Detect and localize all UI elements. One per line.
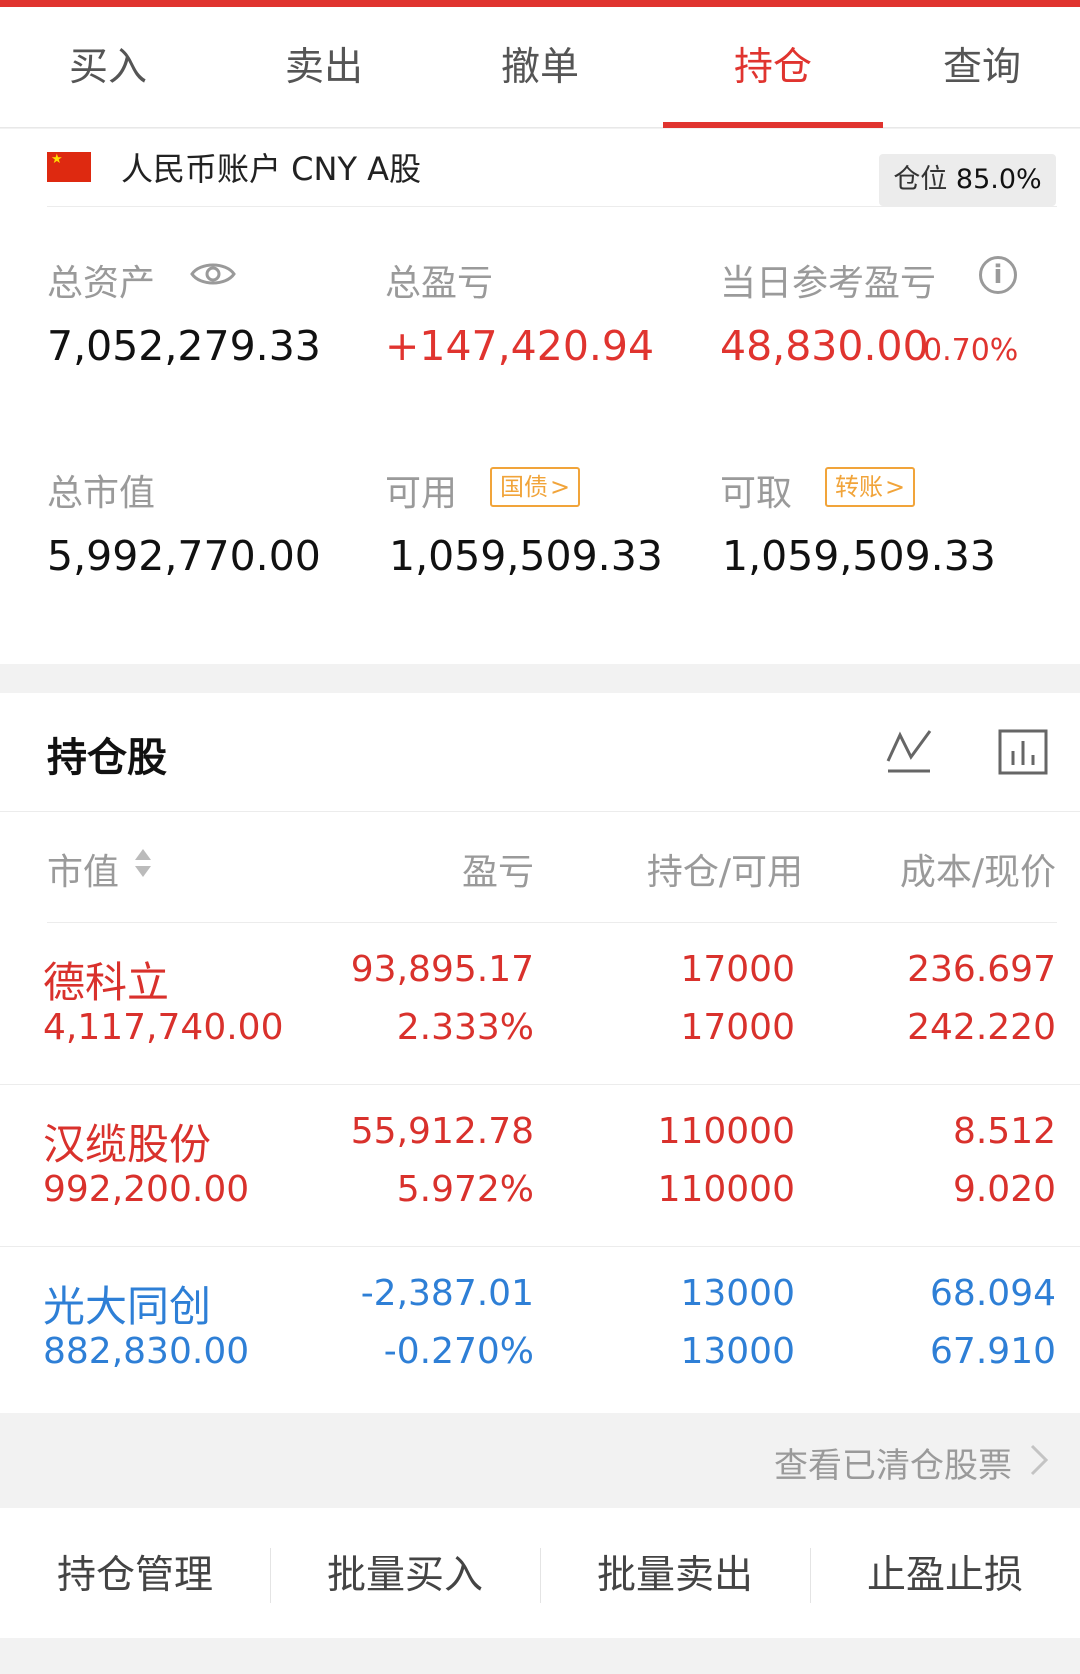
holdings-title: 持仓股 <box>47 735 167 781</box>
withdrawable-value: 1,059,509.33 <box>722 532 996 580</box>
position-value: 85.0% <box>955 164 1042 195</box>
stock-price: 67.910 <box>930 1331 1056 1372</box>
position-label: 仓位 <box>893 164 948 195</box>
chevron-right-icon <box>1030 1444 1049 1476</box>
tab-cancel-order[interactable]: 撤单 <box>432 7 648 128</box>
holdings-section: 持仓股 市值 盈亏 持仓/可用 成本/现价 德科立 4,117,740.00 9… <box>0 693 1080 1413</box>
account-name: 人民币账户 CNY A股 <box>121 150 422 188</box>
transfer-label: 转账 <box>835 473 883 501</box>
stock-cost: 8.512 <box>952 1111 1056 1152</box>
chevron-right-icon: > <box>885 473 906 501</box>
stock-holding: 13000 <box>680 1273 795 1314</box>
available-label: 可用 <box>385 473 458 514</box>
bar-chart-icon[interactable] <box>998 729 1048 775</box>
transfer-button[interactable]: 转账> <box>825 467 916 507</box>
chevron-right-icon: > <box>550 473 571 501</box>
day-pl-value: 48,830.00 <box>720 322 929 370</box>
trade-tab-bar: 买入 卖出 撤单 持仓 查询 <box>0 7 1080 128</box>
account-summary: ★ 人民币账户 CNY A股 仓位 85.0% 总资产 7,052,279.33… <box>0 129 1080 664</box>
cleared-stocks-link[interactable]: 查看已清仓股票 <box>0 1413 1080 1508</box>
holding-row[interactable]: 汉缆股份 992,200.00 55,912.78 5.972% 110000 … <box>0 1085 1080 1247</box>
stock-available: 13000 <box>680 1331 795 1372</box>
total-assets-label: 总资产 <box>47 263 156 304</box>
position-management-button[interactable]: 持仓管理 <box>0 1508 270 1638</box>
stock-name: 汉缆股份 <box>43 1120 212 1169</box>
col-holding-available: 持仓/可用 <box>646 852 803 893</box>
withdrawable-label: 可取 <box>720 473 793 514</box>
day-pl-label: 当日参考盈亏 <box>720 263 937 304</box>
available-value: 1,059,509.33 <box>389 532 663 580</box>
bottom-action-bar: 持仓管理 批量买入 批量卖出 止盈止损 <box>0 1508 1080 1638</box>
tab-sell[interactable]: 卖出 <box>216 7 432 128</box>
divider <box>0 811 1080 812</box>
sort-icon[interactable] <box>133 846 153 880</box>
market-value-value: 5,992,770.00 <box>47 532 321 580</box>
col-market-value[interactable]: 市值 <box>47 843 119 895</box>
stock-available: 17000 <box>680 1007 795 1048</box>
batch-sell-button[interactable]: 批量卖出 <box>540 1508 810 1638</box>
stock-market-value: 992,200.00 <box>43 1169 250 1210</box>
day-pl-percent: 0.70% <box>923 333 1019 368</box>
tab-buy[interactable]: 买入 <box>0 7 216 128</box>
stock-name: 光大同创 <box>43 1282 212 1331</box>
position-ratio-badge: 仓位 85.0% <box>879 154 1056 206</box>
tab-query[interactable]: 查询 <box>884 7 1080 128</box>
stock-profit-loss: 93,895.17 <box>350 949 534 990</box>
cleared-stocks-label: 查看已清仓股票 <box>774 1446 1012 1486</box>
col-profit-loss: 盈亏 <box>461 852 534 893</box>
stock-price: 242.220 <box>907 1007 1056 1048</box>
info-icon[interactable]: i <box>979 256 1017 294</box>
line-chart-icon[interactable] <box>885 727 933 775</box>
tab-positions[interactable]: 持仓 <box>663 7 883 128</box>
stock-market-value: 4,117,740.00 <box>43 1007 284 1048</box>
stock-holding: 110000 <box>657 1111 795 1152</box>
col-cost-price: 成本/现价 <box>899 852 1056 893</box>
china-flag-icon: ★ <box>47 152 91 182</box>
take-profit-stop-loss-button[interactable]: 止盈止损 <box>810 1508 1080 1638</box>
stock-profit-loss-percent: 2.333% <box>396 1007 534 1048</box>
holding-row[interactable]: 光大同创 882,830.00 -2,387.01 -0.270% 13000 … <box>0 1247 1080 1409</box>
stock-profit-loss: -2,387.01 <box>360 1273 534 1314</box>
account-header: ★ 人民币账户 CNY A股 仓位 85.0% <box>47 129 1057 207</box>
holding-row[interactable]: 德科立 4,117,740.00 93,895.17 2.333% 17000 … <box>0 923 1080 1085</box>
stock-cost: 68.094 <box>930 1273 1056 1314</box>
top-accent-stripe <box>0 0 1080 7</box>
stock-holding: 17000 <box>680 949 795 990</box>
stock-name: 德科立 <box>43 958 170 1007</box>
batch-buy-button[interactable]: 批量买入 <box>270 1508 540 1638</box>
stock-profit-loss-percent: -0.270% <box>383 1331 534 1372</box>
stock-price: 9.020 <box>952 1169 1056 1210</box>
market-value-label: 总市值 <box>47 473 156 514</box>
total-pl-label: 总盈亏 <box>385 263 494 304</box>
eye-icon[interactable] <box>190 259 236 289</box>
treasury-bond-label: 国债 <box>500 473 548 501</box>
total-assets-value: 7,052,279.33 <box>47 322 321 370</box>
total-pl-value: +147,420.94 <box>385 322 655 370</box>
active-tab-indicator <box>663 122 883 128</box>
stock-cost: 236.697 <box>907 949 1056 990</box>
stock-profit-loss-percent: 5.972% <box>396 1169 534 1210</box>
stock-profit-loss: 55,912.78 <box>350 1111 534 1152</box>
treasury-bond-button[interactable]: 国债> <box>490 467 581 507</box>
stock-available: 110000 <box>657 1169 795 1210</box>
stock-market-value: 882,830.00 <box>43 1331 250 1372</box>
